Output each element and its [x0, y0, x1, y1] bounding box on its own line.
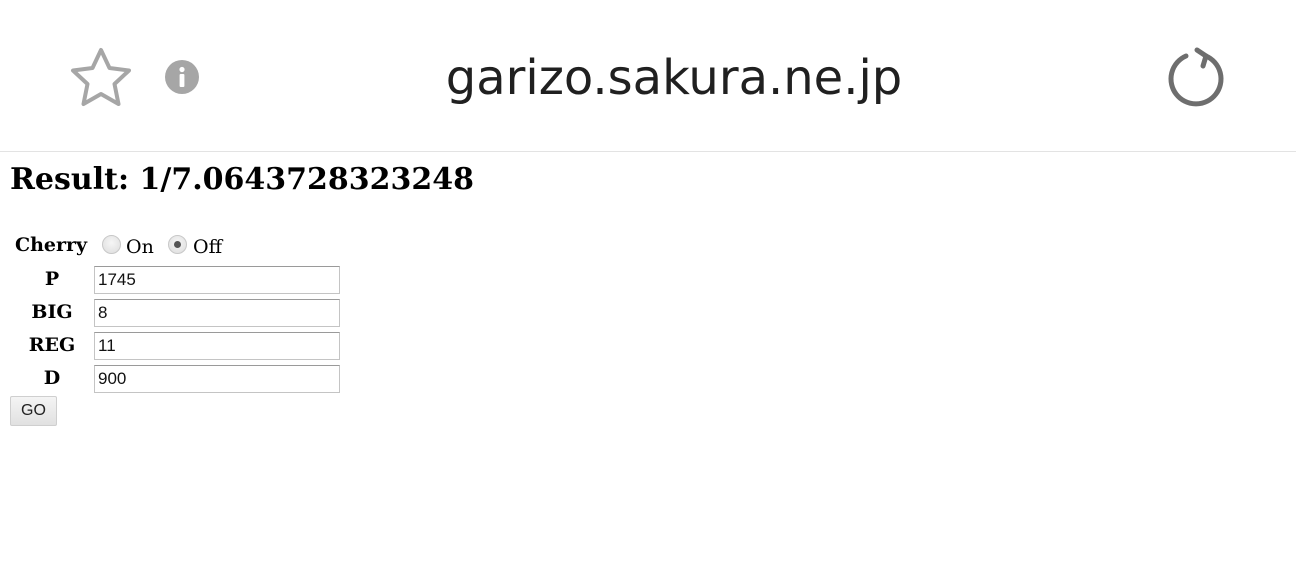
cherry-off-label[interactable]: Off — [193, 233, 222, 261]
reg-input[interactable] — [94, 332, 340, 360]
d-input[interactable] — [94, 365, 340, 393]
url-display[interactable]: garizo.sakura.ne.jp — [384, 46, 964, 110]
go-button[interactable]: GO — [10, 396, 57, 426]
big-label: BIG — [31, 301, 73, 323]
page-content: Result: 1/7.0643728323248 Cherry On Off … — [0, 152, 1296, 570]
cherry-off-radio[interactable] — [168, 235, 187, 254]
site-info-icon[interactable] — [164, 59, 200, 95]
p-label: P — [44, 268, 60, 290]
reg-label: REG — [28, 334, 76, 356]
big-input[interactable] — [94, 299, 340, 327]
cherry-label: Cherry — [15, 234, 88, 256]
p-input[interactable] — [94, 266, 340, 294]
cherry-on-label[interactable]: On — [126, 233, 154, 261]
browser-toolbar: garizo.sakura.ne.jp — [0, 0, 1296, 152]
bookmark-star-icon[interactable] — [66, 44, 136, 110]
d-label: D — [43, 367, 61, 389]
result-heading: Result: 1/7.0643728323248 — [10, 162, 475, 197]
cherry-on-radio[interactable] — [102, 235, 121, 254]
reload-icon[interactable] — [1163, 44, 1229, 110]
